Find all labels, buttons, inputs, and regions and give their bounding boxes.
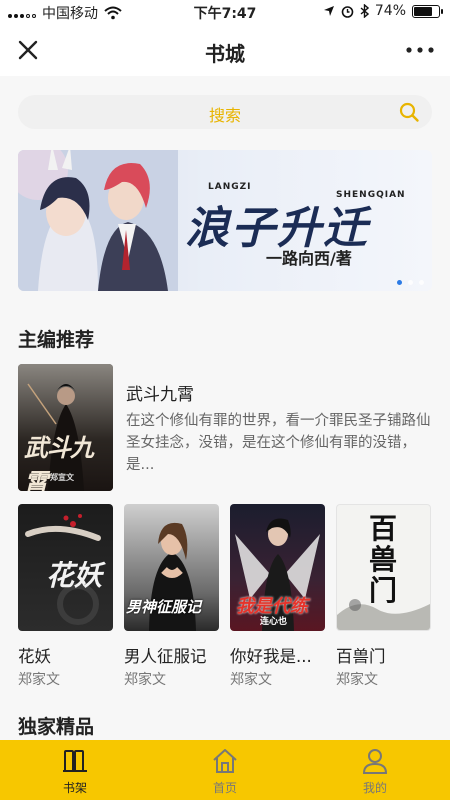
status-right: 74%	[323, 3, 443, 19]
book-cover[interactable]: 男神征服记	[124, 504, 219, 631]
bookshelf-icon	[63, 750, 87, 772]
status-bar: 中国移动 下午7:47 74%	[0, 0, 450, 24]
book-author: 郑家文	[18, 672, 60, 688]
tab-label: 书架	[62, 781, 87, 795]
promo-banner[interactable]: LANGZI SHENGQIAN 浪子升迁 一路向西/著	[18, 150, 432, 291]
alarm-icon	[341, 5, 354, 18]
carousel-dot[interactable]	[397, 280, 402, 285]
search-placeholder: 搜索	[208, 106, 241, 125]
banner-illustration	[18, 150, 178, 291]
section-title-exclusive: 独家精品	[18, 716, 95, 738]
more-icon[interactable]	[404, 36, 436, 64]
search-icon[interactable]	[398, 101, 420, 123]
profile-icon	[362, 749, 388, 774]
featured-book[interactable]: 武斗九霄 郑宣文 武斗九霄 在这个修仙有罪的世界，看一介罪民圣子铺路仙圣女挂念，…	[18, 364, 432, 491]
search-bar[interactable]: 搜索	[18, 95, 432, 129]
tab-label: 我的	[362, 781, 387, 795]
book-author: 郑家文	[124, 672, 166, 688]
book-title[interactable]: 百兽门	[336, 643, 386, 667]
book-cover[interactable]: 武斗九霄 郑宣文	[18, 364, 113, 491]
tab-profile[interactable]: 我的	[300, 740, 450, 800]
bluetooth-icon	[360, 4, 369, 18]
carousel-dot[interactable]	[408, 280, 413, 285]
tab-bar: 书架 首页 我的	[0, 740, 450, 800]
location-icon	[323, 6, 334, 16]
featured-book-description: 在这个修仙有罪的世界，看一介罪民圣子铺路仙圣女挂念，没错，是在这个修仙有罪的没错…	[126, 413, 431, 473]
tab-label: 首页	[212, 781, 237, 795]
tab-bookshelf[interactable]: 书架	[0, 740, 150, 800]
section-title-editor-picks: 主编推荐	[18, 329, 95, 351]
cover-author: 郑宣文	[50, 473, 74, 482]
home-icon	[213, 749, 237, 773]
banner-author: 一路向西/著	[266, 249, 352, 268]
nav-bar: 书城	[0, 24, 450, 76]
book-cover[interactable]: 花妖	[18, 504, 113, 631]
battery-icon	[412, 4, 443, 18]
battery-percent: 74%	[374, 3, 406, 19]
page-title: 书城	[205, 42, 245, 66]
cover-title: 男神征服记	[126, 598, 202, 616]
banner-subtitle-left: LANGZI	[208, 182, 252, 192]
book-title[interactable]: 花妖	[18, 643, 51, 667]
book-cover[interactable]: 百兽门	[336, 504, 431, 631]
cover-title: 花妖	[46, 559, 103, 592]
book-cover[interactable]: 我是代练 连心也	[230, 504, 325, 631]
cover-author: 连心也	[260, 617, 288, 627]
featured-book-title[interactable]: 武斗九霄	[126, 380, 194, 405]
book-title[interactable]: 你好我是...	[230, 643, 312, 667]
carousel-indicator	[397, 280, 424, 285]
tab-home[interactable]: 首页	[150, 740, 300, 800]
cover-title: 百兽门	[369, 512, 398, 607]
carousel-dot[interactable]	[419, 280, 424, 285]
book-author: 郑家文	[230, 672, 272, 688]
book-author: 郑家文	[336, 672, 378, 688]
book-title[interactable]: 男人征服记	[124, 643, 207, 667]
